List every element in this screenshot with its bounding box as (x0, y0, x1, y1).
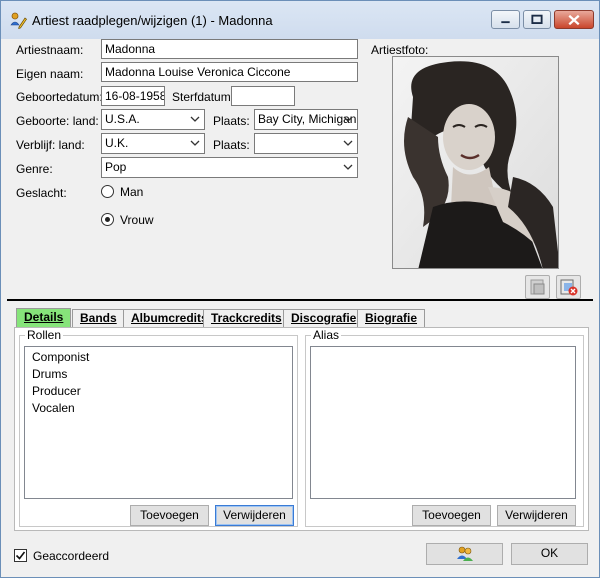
verblijf-plaats-label: Plaats: (213, 138, 250, 152)
edit-person-icon (10, 12, 27, 29)
geaccordeerd-label[interactable]: Geaccordeerd (33, 549, 109, 563)
sterfdatum-field[interactable] (231, 86, 295, 106)
details-tab-panel: Rollen Componist Drums Producer Vocalen … (14, 327, 589, 531)
checkmark-icon (15, 551, 26, 560)
photo-delete-icon (560, 279, 578, 296)
ok-button[interactable]: OK (511, 543, 588, 565)
alias-list[interactable] (310, 346, 576, 499)
geboorte-plaats-label: Plaats: (213, 114, 250, 128)
eigen-naam-field[interactable]: Madonna Louise Veronica Ciccone (101, 62, 358, 82)
geslacht-vrouw-radio[interactable] (101, 213, 114, 226)
title-bar[interactable]: Artiest raadplegen/wijzigen (1) - Madonn… (1, 1, 599, 39)
genre-select[interactable]: Pop (101, 157, 358, 178)
geslacht-man-radio[interactable] (101, 185, 114, 198)
rollen-group-title: Rollen (25, 328, 64, 342)
geaccordeerd-checkbox[interactable] (14, 549, 27, 562)
maximize-icon (531, 14, 543, 24)
alias-group-title: Alias (311, 328, 342, 342)
persons-icon (456, 546, 473, 561)
verblijf-plaats-select[interactable] (254, 133, 358, 154)
geslacht-man-label[interactable]: Man (120, 185, 143, 199)
close-button[interactable] (554, 10, 594, 29)
tab-bands[interactable]: Bands (72, 309, 125, 327)
maximize-button[interactable] (523, 10, 551, 29)
chevron-down-icon (343, 116, 353, 122)
geboortedatum-label: Geboortedatum: (16, 90, 103, 104)
photo-import-button[interactable] (525, 275, 550, 299)
verblijf-land-label: Verblijf: land: (16, 138, 85, 152)
artiestnaam-field[interactable]: Madonna (101, 39, 358, 59)
geboorte-plaats-value: Bay City, Michigan (258, 112, 357, 126)
geboorte-land-label: Geboorte: land: (16, 114, 99, 128)
alias-add-button[interactable]: Toevoegen (412, 505, 491, 526)
client-area: Artiestnaam: Madonna Artiestfoto: Eigen … (7, 39, 593, 571)
geboorte-plaats-select[interactable]: Bay City, Michigan (254, 109, 358, 130)
tab-discografie[interactable]: Discografie (283, 309, 365, 327)
tab-details[interactable]: Details (16, 308, 72, 328)
artist-photo (392, 56, 559, 269)
minimize-button[interactable] (491, 10, 520, 29)
geboorte-land-value: U.S.A. (105, 112, 140, 126)
alias-group: Alias Toevoegen Verwijderen (305, 328, 584, 527)
tab-trackcredits[interactable]: Trackcredits (203, 309, 290, 327)
tab-biografie[interactable]: Biografie (357, 309, 426, 327)
geslacht-vrouw-label[interactable]: Vrouw (120, 213, 154, 227)
persons-button[interactable] (426, 543, 503, 565)
chevron-down-icon (190, 140, 200, 146)
eigen-naam-label: Eigen naam: (16, 67, 84, 81)
list-item[interactable]: Vocalen (32, 401, 75, 415)
photo-import-icon (530, 279, 545, 295)
sterfdatum-label: Sterfdatum: (172, 90, 235, 104)
verblijf-land-value: U.K. (105, 136, 129, 150)
list-item[interactable]: Producer (32, 384, 81, 398)
rollen-remove-button[interactable]: Verwijderen (215, 505, 294, 526)
list-item[interactable]: Componist (32, 350, 89, 364)
genre-value: Pop (105, 160, 127, 174)
section-divider (7, 299, 593, 301)
list-item[interactable]: Drums (32, 367, 67, 381)
close-icon (568, 14, 580, 26)
rollen-group: Rollen Componist Drums Producer Vocalen … (19, 328, 298, 527)
artist-portrait-image (393, 57, 558, 268)
geslacht-label: Geslacht: (16, 186, 67, 200)
genre-label: Genre: (16, 162, 53, 176)
chevron-down-icon (190, 116, 200, 122)
tab-albumcredits[interactable]: Albumcredits (123, 309, 216, 327)
alias-remove-button[interactable]: Verwijderen (497, 505, 576, 526)
radio-selected-dot (105, 217, 110, 222)
verblijf-land-select[interactable]: U.K. (101, 133, 205, 154)
geboortedatum-field[interactable]: 16-08-1958 (101, 86, 165, 106)
rollen-list[interactable]: Componist Drums Producer Vocalen (24, 346, 293, 499)
chevron-down-icon (343, 164, 353, 170)
minimize-icon (501, 21, 510, 24)
rollen-add-button[interactable]: Toevoegen (130, 505, 209, 526)
photo-delete-button[interactable] (556, 275, 581, 299)
window-title: Artiest raadplegen/wijzigen (1) - Madonn… (32, 13, 273, 28)
geboorte-land-select[interactable]: U.S.A. (101, 109, 205, 130)
chevron-down-icon (343, 140, 353, 146)
artiestnaam-label: Artiestnaam: (16, 43, 84, 57)
artiestfoto-label: Artiestfoto: (371, 43, 429, 57)
artist-window: Artiest raadplegen/wijzigen (1) - Madonn… (0, 0, 600, 578)
